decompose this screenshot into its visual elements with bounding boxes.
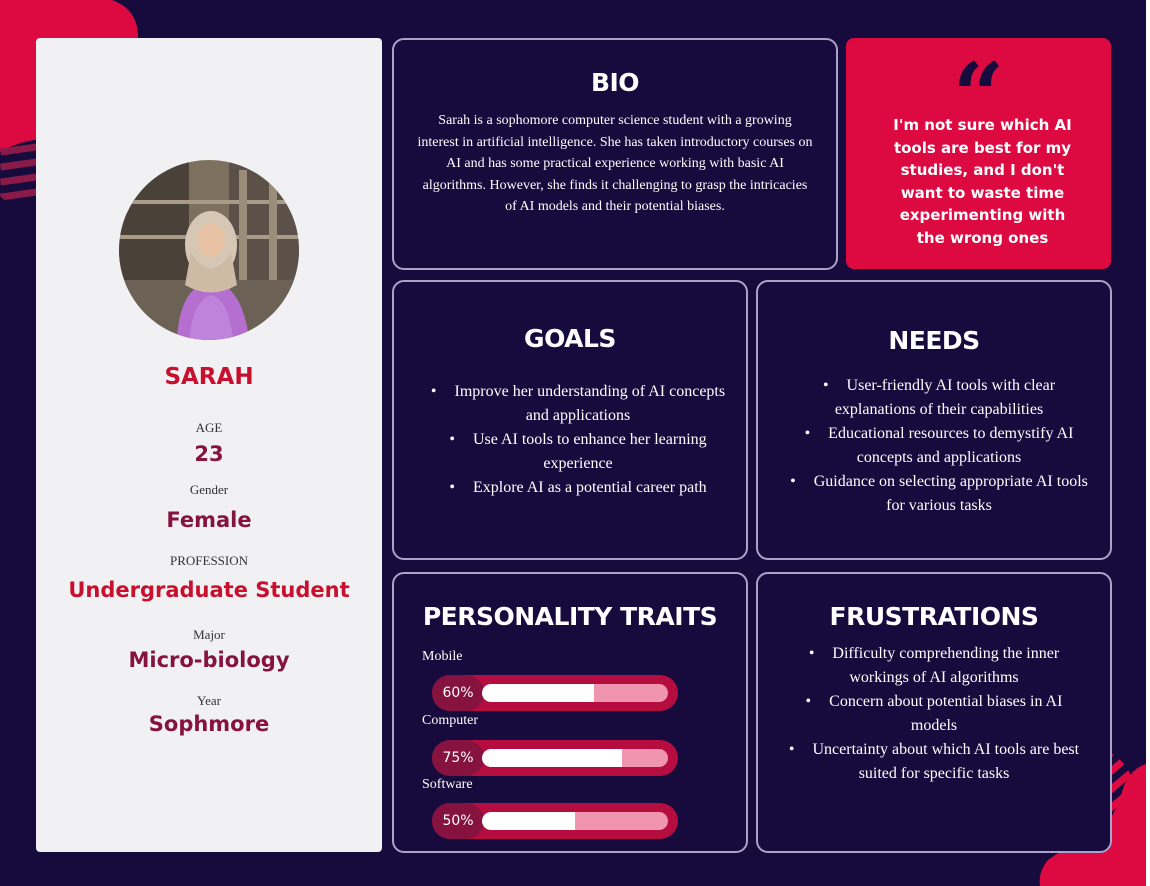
trait-track <box>482 684 668 702</box>
frustrations-card: FRUSTRATIONS Difficulty comprehending th… <box>756 572 1112 853</box>
age-label: AGE <box>195 420 223 435</box>
need-item: User-friendly AI tools with clear explan… <box>786 374 1092 422</box>
trait-label-mobile: Mobile <box>422 649 463 664</box>
trait-fill <box>482 749 622 767</box>
trait-track <box>482 749 668 767</box>
major-value: Micro-biology <box>128 648 290 672</box>
goal-item: Improve her understanding of AI concepts… <box>428 380 728 428</box>
goal-item: Explore AI as a potential career path <box>428 476 728 500</box>
year-label: Year <box>197 693 221 708</box>
trait-bar-mobile: 60% <box>432 675 678 711</box>
bio-card: BIO Sarah is a sophomore computer scienc… <box>392 38 838 270</box>
trait-bar-computer: 75% <box>432 740 678 776</box>
frustration-item: Concern about potential biases in AI mod… <box>784 690 1084 738</box>
need-item: Guidance on selecting appropriate AI too… <box>786 470 1092 518</box>
quote-text: I'm not sure which AI tools are best for… <box>893 116 1072 247</box>
persona-name: SARAH <box>164 364 254 390</box>
gender-label: Gender <box>189 482 229 497</box>
profile-avatar <box>119 160 299 340</box>
year-value: Sophmore <box>148 712 270 736</box>
needs-list: User-friendly AI tools with clear explan… <box>786 374 1092 518</box>
major-label: Major <box>193 627 225 642</box>
needs-title: NEEDS <box>888 326 980 355</box>
frustration-item: Uncertainty about which AI tools are bes… <box>784 738 1084 786</box>
profession-value: Undergraduate Student <box>68 578 350 602</box>
traits-title: PERSONALITY TRAITS <box>422 602 718 631</box>
profession-label: PROFESSION <box>169 553 249 568</box>
trait-bar-software: 50% <box>432 803 678 839</box>
bio-text: Sarah is a sophomore computer science st… <box>417 113 813 214</box>
trait-fill <box>482 812 575 830</box>
trait-percent: 50% <box>432 803 484 839</box>
bio-title: BIO <box>590 68 640 97</box>
trait-fill <box>482 684 594 702</box>
goals-list: Improve her understanding of AI concepts… <box>428 380 728 500</box>
frustrations-title: FRUSTRATIONS <box>829 602 1039 631</box>
frustrations-list: Difficulty comprehending the inner worki… <box>784 642 1084 786</box>
trait-percent: 60% <box>432 675 484 711</box>
need-item: Educational resources to demystify AI co… <box>786 422 1092 470</box>
goal-item: Use AI tools to enhance her learning exp… <box>428 428 728 476</box>
goals-title: GOALS <box>524 324 616 353</box>
profile-card: SARAH AGE 23 Gender Female PROFESSION Un… <box>36 38 382 852</box>
persona-page: SARAH AGE 23 Gender Female PROFESSION Un… <box>0 0 1146 886</box>
gender-value: Female <box>166 508 252 532</box>
age-value: 23 <box>194 442 224 466</box>
avatar-photo <box>119 160 299 340</box>
trait-label-computer: Computer <box>422 713 478 728</box>
traits-card: PERSONALITY TRAITS Mobile 60% Computer 7… <box>392 572 748 853</box>
quote-card: “ I'm not sure which AI tools are best f… <box>846 38 1111 269</box>
goals-card: GOALS Improve her understanding of AI co… <box>392 280 748 560</box>
trait-percent: 75% <box>432 740 484 776</box>
trait-label-software: Software <box>422 777 473 792</box>
needs-card: NEEDS User-friendly AI tools with clear … <box>756 280 1112 560</box>
trait-track <box>482 812 668 830</box>
frustration-item: Difficulty comprehending the inner worki… <box>784 642 1084 690</box>
